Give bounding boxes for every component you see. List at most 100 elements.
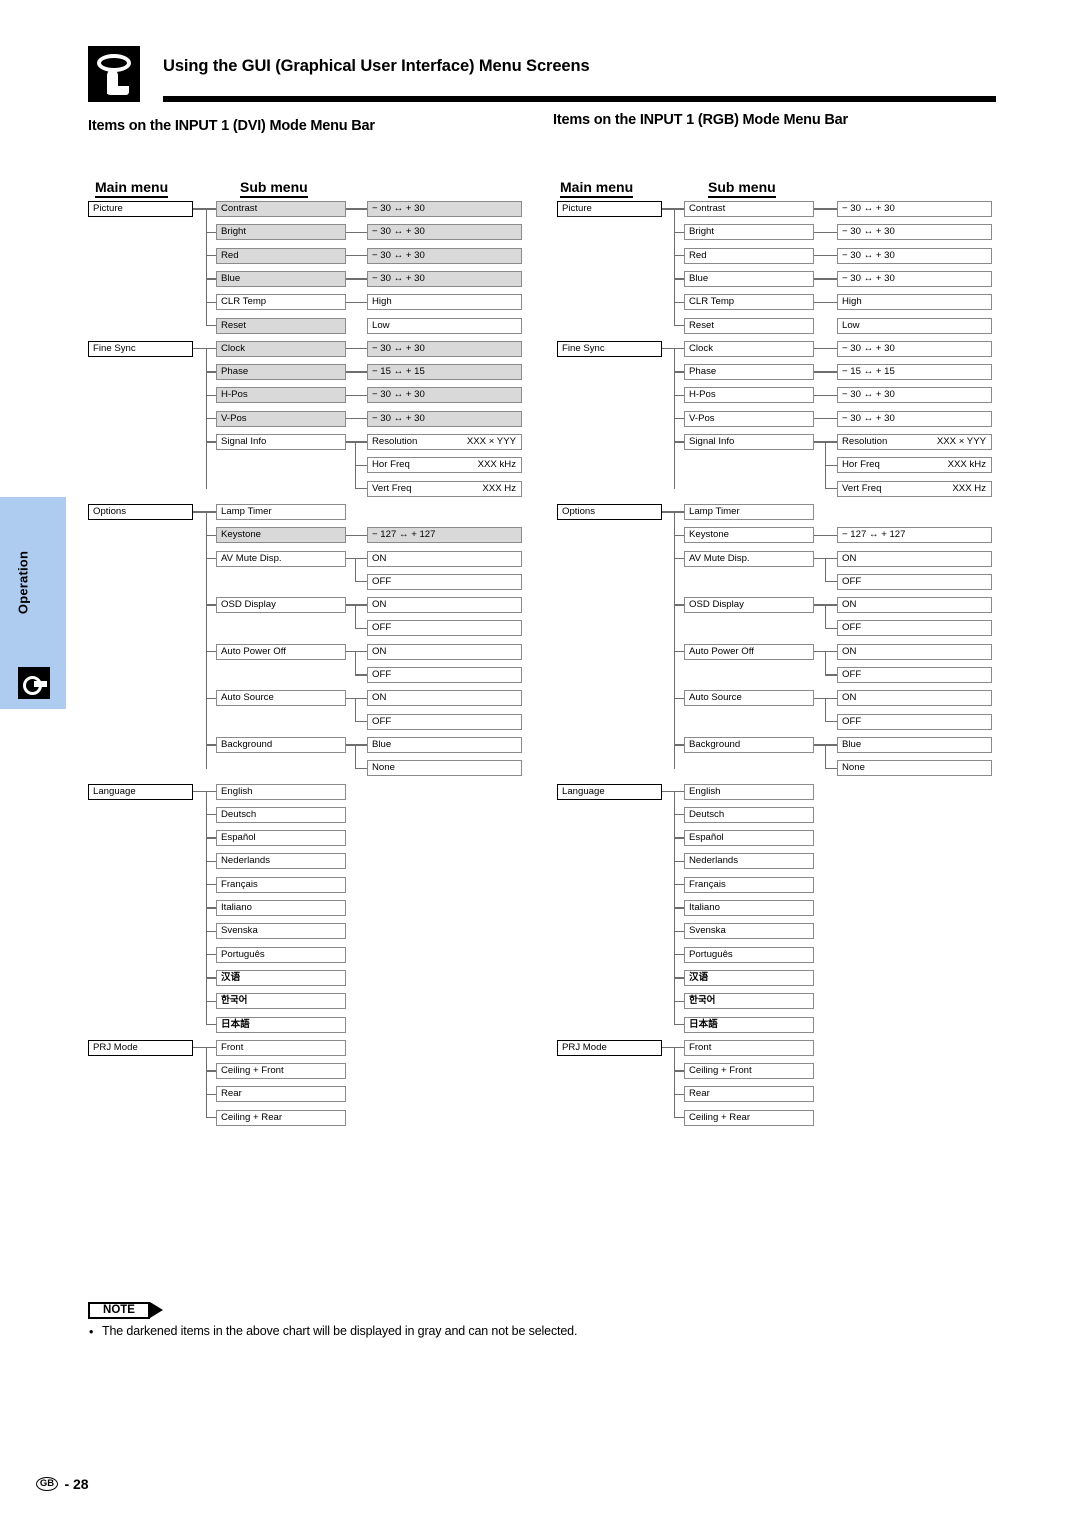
sub-menu-item[interactable]: Português	[684, 946, 814, 963]
sub-menu-item[interactable]: Español	[684, 830, 814, 847]
sub-menu-item[interactable]: Bright	[684, 224, 814, 241]
value-item[interactable]: OFF	[367, 620, 522, 637]
value-item[interactable]: − 30 ↔ + 30	[837, 410, 992, 427]
value-item[interactable]: ON	[837, 643, 992, 660]
sub-menu-item[interactable]: English	[684, 783, 814, 800]
sub-menu-item[interactable]: Background	[684, 736, 814, 753]
sub-menu-item[interactable]: Blue	[216, 270, 346, 287]
value-item[interactable]: ON	[837, 690, 992, 707]
sub-menu-item[interactable]: OSD Display	[216, 597, 346, 614]
sub-menu-item[interactable]: Front	[684, 1039, 814, 1056]
value-item[interactable]: − 30 ↔ + 30	[837, 224, 992, 241]
value-item[interactable]: − 30 ↔ + 30	[837, 387, 992, 404]
value-item[interactable]: Low	[837, 317, 992, 334]
sub-menu-item[interactable]: Red	[216, 247, 346, 264]
sub-menu-item[interactable]: Ceiling + Rear	[684, 1109, 814, 1126]
value-item[interactable]: − 127 ↔ + 127	[367, 527, 522, 544]
value-item[interactable]: − 30 ↔ + 30	[367, 224, 522, 241]
sub-menu-item[interactable]: CLR Temp	[216, 294, 346, 311]
sub-menu-item[interactable]: Bright	[216, 224, 346, 241]
sub-menu-item[interactable]: Reset	[216, 317, 346, 334]
value-item[interactable]: − 30 ↔ + 30	[367, 247, 522, 264]
sub-menu-item[interactable]: Signal Info	[684, 434, 814, 450]
value-item[interactable]: ON	[367, 597, 522, 614]
value-item[interactable]: ON	[367, 550, 522, 567]
value-item[interactable]: − 30 ↔ + 30	[367, 340, 522, 357]
value-item[interactable]: − 30 ↔ + 30	[837, 270, 992, 287]
main-menu-item[interactable]: Language	[88, 783, 193, 800]
sub-menu-item[interactable]: Rear	[216, 1086, 346, 1103]
sub-menu-item[interactable]: Español	[216, 830, 346, 847]
sub-menu-item[interactable]: 汉语	[216, 969, 346, 986]
main-menu-item[interactable]: Language	[557, 783, 662, 800]
sub-menu-item[interactable]: AV Mute Disp.	[684, 550, 814, 567]
sub-menu-item[interactable]: Lamp Timer	[216, 503, 346, 520]
value-item[interactable]: None	[367, 760, 522, 777]
main-menu-item[interactable]: Fine Sync	[88, 340, 193, 357]
value-item[interactable]: OFF	[837, 667, 992, 683]
value-item[interactable]: High	[367, 294, 522, 311]
value-item[interactable]: Blue	[367, 736, 522, 753]
value-item[interactable]: OFF	[367, 667, 522, 683]
value-item[interactable]: − 15 ↔ + 15	[837, 364, 992, 381]
sub-menu-item[interactable]: Front	[216, 1039, 346, 1056]
sub-menu-item[interactable]: Français	[216, 876, 346, 893]
sub-menu-item[interactable]: 日本語	[684, 1016, 814, 1033]
sub-menu-item[interactable]: Português	[216, 946, 346, 963]
value-item[interactable]: − 30 ↔ + 30	[367, 201, 522, 217]
value-item[interactable]: Hor Freq XXX kHz	[837, 457, 992, 474]
sub-menu-item[interactable]: Auto Source	[684, 690, 814, 707]
value-item[interactable]: − 30 ↔ + 30	[367, 387, 522, 404]
sub-menu-item[interactable]: 한국어	[216, 993, 346, 1010]
sub-menu-item[interactable]: Français	[684, 876, 814, 893]
sub-menu-item[interactable]: 日本語	[216, 1016, 346, 1033]
value-item[interactable]: OFF	[367, 573, 522, 590]
sub-menu-item[interactable]: Nederlands	[216, 853, 346, 870]
value-item[interactable]: − 30 ↔ + 30	[837, 340, 992, 357]
sub-menu-item[interactable]: H-Pos	[216, 387, 346, 404]
value-item[interactable]: OFF	[837, 620, 992, 637]
value-item[interactable]: ON	[367, 690, 522, 707]
sub-menu-item[interactable]: 한국어	[684, 993, 814, 1010]
main-menu-item[interactable]: Picture	[557, 201, 662, 217]
value-item[interactable]: − 15 ↔ + 15	[367, 364, 522, 381]
value-item[interactable]: Low	[367, 317, 522, 334]
main-menu-item[interactable]: PRJ Mode	[88, 1039, 193, 1056]
main-menu-item[interactable]: Options	[557, 503, 662, 520]
sub-menu-item[interactable]: Keystone	[684, 527, 814, 544]
sub-menu-item[interactable]: Auto Power Off	[216, 643, 346, 660]
sub-menu-item[interactable]: Italiano	[216, 900, 346, 916]
value-item[interactable]: Vert Freq XXX Hz	[367, 480, 522, 497]
sub-menu-item[interactable]: Signal Info	[216, 434, 346, 450]
sub-menu-item[interactable]: OSD Display	[684, 597, 814, 614]
value-item[interactable]: OFF	[367, 713, 522, 730]
sub-menu-item[interactable]: Keystone	[216, 527, 346, 544]
value-item[interactable]: − 30 ↔ + 30	[837, 201, 992, 217]
value-item[interactable]: None	[837, 760, 992, 777]
value-item[interactable]: − 30 ↔ + 30	[367, 270, 522, 287]
sub-menu-item[interactable]: Ceiling + Rear	[216, 1109, 346, 1126]
sub-menu-item[interactable]: H-Pos	[684, 387, 814, 404]
sub-menu-item[interactable]: Ceiling + Front	[216, 1063, 346, 1080]
sub-menu-item[interactable]: Lamp Timer	[684, 503, 814, 520]
sub-menu-item[interactable]: Blue	[684, 270, 814, 287]
sub-menu-item[interactable]: Auto Source	[216, 690, 346, 707]
sub-menu-item[interactable]: Contrast	[684, 201, 814, 217]
sub-menu-item[interactable]: Auto Power Off	[684, 643, 814, 660]
sub-menu-item[interactable]: V-Pos	[216, 410, 346, 427]
sub-menu-item[interactable]: Phase	[684, 364, 814, 381]
sub-menu-item[interactable]: 汉语	[684, 969, 814, 986]
sub-menu-item[interactable]: Red	[684, 247, 814, 264]
value-item[interactable]: ON	[837, 550, 992, 567]
value-item[interactable]: OFF	[837, 573, 992, 590]
sub-menu-item[interactable]: Reset	[684, 317, 814, 334]
sub-menu-item[interactable]: Nederlands	[684, 853, 814, 870]
value-item[interactable]: High	[837, 294, 992, 311]
sub-menu-item[interactable]: AV Mute Disp.	[216, 550, 346, 567]
value-item[interactable]: Vert Freq XXX Hz	[837, 480, 992, 497]
sub-menu-item[interactable]: Clock	[684, 340, 814, 357]
value-item[interactable]: ON	[367, 643, 522, 660]
sub-menu-item[interactable]: V-Pos	[684, 410, 814, 427]
sub-menu-item[interactable]: Svenska	[684, 923, 814, 940]
sub-menu-item[interactable]: Background	[216, 736, 346, 753]
